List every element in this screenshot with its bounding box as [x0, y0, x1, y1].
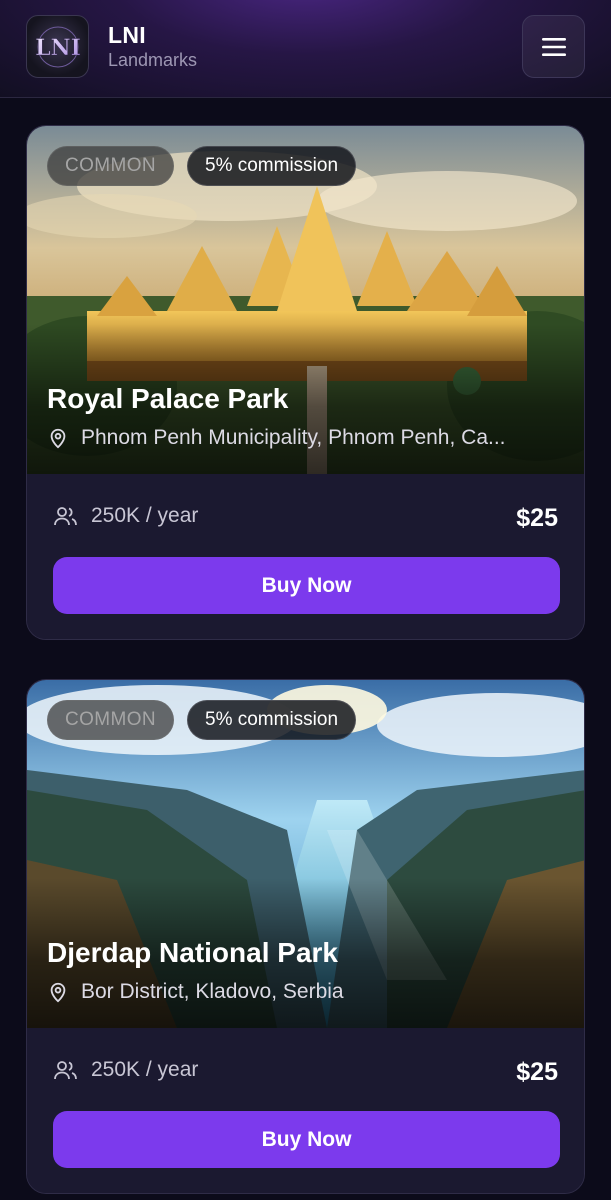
users-icon — [54, 507, 77, 526]
price: $25 — [516, 1058, 558, 1086]
logo-emblem-icon: LNI — [34, 26, 81, 67]
visitors-text: 250K / year — [91, 504, 199, 527]
card-footer: 250K / year $25 Buy Now — [27, 1028, 584, 1193]
map-pin-icon — [50, 982, 66, 1003]
menu-button[interactable] — [522, 15, 585, 78]
commission-badge: 5% commission — [187, 700, 357, 740]
map-pin-icon — [50, 428, 66, 449]
rarity-badge: COMMON — [47, 700, 175, 740]
commission-badge: 5% commission — [187, 146, 357, 186]
location-text: Phnom Penh Municipality, Phnom Penh, Ca.… — [81, 426, 506, 449]
visitors-stat: 250K / year — [53, 1058, 198, 1082]
svg-text:LNI: LNI — [35, 35, 81, 61]
landmark-title: Royal Palace Park — [47, 383, 289, 414]
app-logo[interactable]: LNI — [26, 15, 89, 78]
app-subtitle: Landmarks — [108, 50, 198, 70]
app-header: LNI LNI Landmarks — [0, 0, 611, 98]
card-footer: 250K / year $25 Buy Now — [27, 474, 584, 639]
landmark-image: COMMON 5% commission Royal Palace Park P… — [27, 126, 584, 474]
landmark-image: COMMON 5% commission Djerdap National Pa… — [27, 680, 584, 1028]
landmark-location: Phnom Penh Municipality, Phnom Penh, Ca.… — [47, 426, 567, 450]
landmark-card[interactable]: COMMON 5% commission Royal Palace Park P… — [26, 125, 585, 640]
landmark-title: Djerdap National Park — [47, 937, 338, 968]
visitors-text: 250K / year — [91, 1058, 199, 1081]
buy-now-button[interactable]: Buy Now — [53, 1111, 560, 1168]
visitors-stat: 250K / year — [53, 504, 198, 528]
price: $25 — [516, 504, 558, 532]
rarity-badge: COMMON — [47, 146, 175, 186]
buy-now-button[interactable]: Buy Now — [53, 557, 560, 614]
hamburger-menu-icon — [541, 37, 566, 56]
landmark-card[interactable]: COMMON 5% commission Djerdap National Pa… — [26, 679, 585, 1194]
app-title: LNI — [108, 22, 146, 48]
location-text: Bor District, Kladovo, Serbia — [81, 980, 344, 1003]
users-icon — [54, 1061, 77, 1080]
landmark-location: Bor District, Kladovo, Serbia — [47, 980, 567, 1004]
